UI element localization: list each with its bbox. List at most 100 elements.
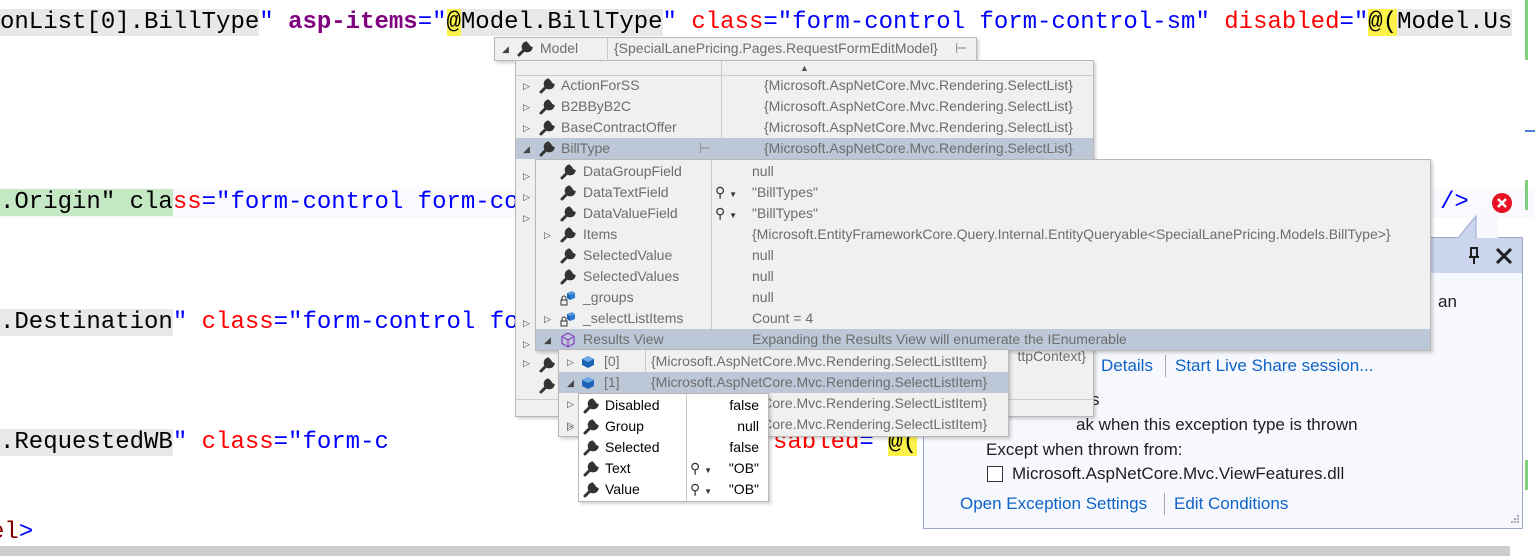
code-token: ="form-control form-co xyxy=(201,189,519,216)
code-token: " xyxy=(259,9,274,36)
tree-row[interactable]: ▷ _selectListItems Count = 4 xyxy=(536,308,1430,329)
tree-row-name: SelectedValue xyxy=(583,247,673,263)
resize-grip-icon[interactable] xyxy=(1508,514,1520,526)
tree-row[interactable]: DataTextField ⚲ ▼ "BillTypes" xyxy=(536,182,1430,203)
tree-row[interactable]: ▷ Group null xyxy=(567,416,768,437)
tree-row-name: [1] xyxy=(604,374,620,390)
code-token: .Destination xyxy=(0,309,173,336)
tree-row[interactable]: _groups null xyxy=(536,287,1430,308)
property-wrench-icon xyxy=(583,461,599,477)
tree-row[interactable]: ◢ Results View Expanding the Results View … xyxy=(536,329,1430,350)
tree-row[interactable]: Selected false xyxy=(579,437,768,458)
edit-conditions-link[interactable]: Edit Conditions xyxy=(1174,494,1288,514)
tree-row-value: Count = 4 xyxy=(752,310,814,326)
module-checkbox[interactable] xyxy=(987,466,1003,482)
tree-row[interactable]: SelectedValues null xyxy=(536,266,1430,287)
datatip-root-row[interactable]: ◢ Model {SpecialLanePricing.Pages.Reques… xyxy=(495,38,976,59)
tree-row-value: "OB" xyxy=(728,460,759,476)
tree-row-value: {Microsoft.AspNetCore.Mvc.Rendering.Sele… xyxy=(764,140,1073,156)
property-wrench-icon xyxy=(560,185,576,201)
expand-icon[interactable]: ▷ xyxy=(523,97,530,118)
tree-row[interactable]: ▷ BaseContractOffer {Microsoft.AspNetCore.… xyxy=(516,117,1093,138)
collapse-icon[interactable]: ◢ xyxy=(523,139,530,160)
expand-icon[interactable]: ▷ xyxy=(523,213,530,224)
expand-icon[interactable]: ▷ xyxy=(567,417,574,438)
visualizer-magnifier-icon[interactable]: ⚲ ▼ xyxy=(690,479,712,502)
live-share-link[interactable]: Start Live Share session... xyxy=(1175,356,1373,376)
tree-row-name: DataTextField xyxy=(583,184,669,200)
tree-row[interactable]: ▷ B2BByB2C {Microsoft.AspNetCore.Mvc.Rende… xyxy=(516,96,1093,117)
module-label: Microsoft.AspNetCore.Mvc.ViewFeatures.dl… xyxy=(1012,464,1345,483)
visualizer-magnifier-icon[interactable]: ⚲ ▼ xyxy=(715,203,737,226)
pin-icon[interactable] xyxy=(1467,247,1481,265)
break-when-thrown-label: ak when this exception type is thrown xyxy=(1076,415,1358,434)
tree-row[interactable]: DataValueField ⚲ ▼ "BillTypes" xyxy=(536,203,1430,224)
property-wrench-icon xyxy=(560,248,576,264)
property-wrench-icon xyxy=(583,440,599,456)
property-wrench-icon xyxy=(560,227,576,243)
tree-row-name: _groups xyxy=(583,289,634,305)
code-token: Model.BillType xyxy=(460,9,663,36)
expand-icon[interactable]: ▷ xyxy=(523,192,530,203)
property-wrench-icon xyxy=(583,482,599,498)
separator xyxy=(1164,493,1165,515)
tree-row-name: B2BByB2C xyxy=(561,98,632,114)
expand-icon[interactable]: ▷ xyxy=(544,225,551,246)
tree-row[interactable]: ▷ ActionForSS {Microsoft.AspNetCore.Mvc.Re… xyxy=(516,75,1093,96)
datatip-value: {SpecialLanePricing.Pages.RequestFormEdi… xyxy=(614,40,938,56)
expand-icon[interactable]: ▷ xyxy=(523,76,530,97)
expand-icon[interactable]: ▷ xyxy=(567,352,574,373)
expanded-icon[interactable]: ◢ xyxy=(502,39,509,60)
results-view-icon xyxy=(561,332,575,348)
expand-icon[interactable]: ▷ xyxy=(523,358,530,369)
tree-row-name: [0] xyxy=(604,353,620,369)
collapse-icon[interactable]: ◢ xyxy=(567,373,574,394)
tree-row[interactable]: Text ⚲ ▼ "OB" xyxy=(579,458,768,479)
tree-row[interactable]: Value ⚲ ▼ "OB" xyxy=(579,479,768,500)
expand-icon[interactable]: ▷ xyxy=(523,339,530,350)
tree-row-value: false xyxy=(729,397,759,413)
selectlistitem-members-popup: Disabled false ▷ Group null Selected false Text… xyxy=(567,393,769,502)
horizontal-scrollbar[interactable] xyxy=(0,546,1510,556)
tree-row[interactable]: SelectedValue null xyxy=(536,245,1430,266)
view-details-link[interactable]: Details xyxy=(1101,356,1153,376)
code-token: =" xyxy=(1339,9,1369,36)
expand-icon[interactable]: ▷ xyxy=(523,171,530,182)
property-wrench-icon xyxy=(560,269,576,285)
visualizer-magnifier-icon[interactable]: ⚲ ▼ xyxy=(690,458,712,481)
code-token: .Origin" cla xyxy=(0,189,173,216)
tree-row-value: null xyxy=(737,418,759,434)
code-token: ss xyxy=(172,189,202,216)
scroll-up-button[interactable]: ▲ xyxy=(516,61,1093,76)
tree-row[interactable]: DataGroupField null xyxy=(536,161,1430,182)
pin-icon[interactable]: ⊢ xyxy=(699,138,711,159)
tree-row-name: BaseContractOffer xyxy=(561,119,677,135)
expand-icon[interactable]: ▷ xyxy=(523,118,530,139)
tree-row[interactable]: Disabled false xyxy=(579,395,768,416)
expand-icon[interactable]: ▷ xyxy=(567,394,574,415)
tree-row[interactable]: ◢ BillType ⊢ {Microsoft.AspNetCore.Mvc.Rend… xyxy=(516,138,1093,159)
close-icon[interactable] xyxy=(1495,248,1513,264)
tree-row[interactable]: ◢ [1] {Microsoft.AspNetCore.Mvc.Rendering.… xyxy=(559,372,1008,393)
code-token: class xyxy=(691,9,764,36)
visualizer-magnifier-icon[interactable]: ⚲ ▼ xyxy=(715,182,737,205)
tree-row-name: ActionForSS xyxy=(561,77,640,93)
tree-row[interactable]: ▷ Items {Microsoft.EntityFrameworkCore.Que… xyxy=(536,224,1430,245)
expand-icon[interactable]: ▷ xyxy=(544,309,551,330)
tree-row-value: null xyxy=(752,163,774,179)
error-icon[interactable] xyxy=(1491,192,1513,214)
datatip-root: ◢ Model {SpecialLanePricing.Pages.Reques… xyxy=(494,37,977,61)
code-token: ="form-control form-control-sm" xyxy=(763,9,1210,36)
tree-row-value: "BillTypes" xyxy=(752,184,818,200)
code-token: > xyxy=(18,519,34,546)
property-wrench-icon xyxy=(539,78,555,94)
expand-icon[interactable]: ▷ xyxy=(523,318,530,329)
code-token: class xyxy=(201,429,274,456)
code-line-5: el> xyxy=(0,518,33,548)
change-margin xyxy=(1525,0,1528,60)
pin-icon[interactable]: ⊢ xyxy=(955,38,967,59)
collapse-icon[interactable]: ◢ xyxy=(544,330,551,351)
tree-row[interactable]: ▷ [0] {Microsoft.AspNetCore.Mvc.Rendering.… xyxy=(559,351,1008,372)
wrench-icon xyxy=(517,41,533,57)
open-exception-settings-link[interactable]: Open Exception Settings xyxy=(960,494,1147,514)
